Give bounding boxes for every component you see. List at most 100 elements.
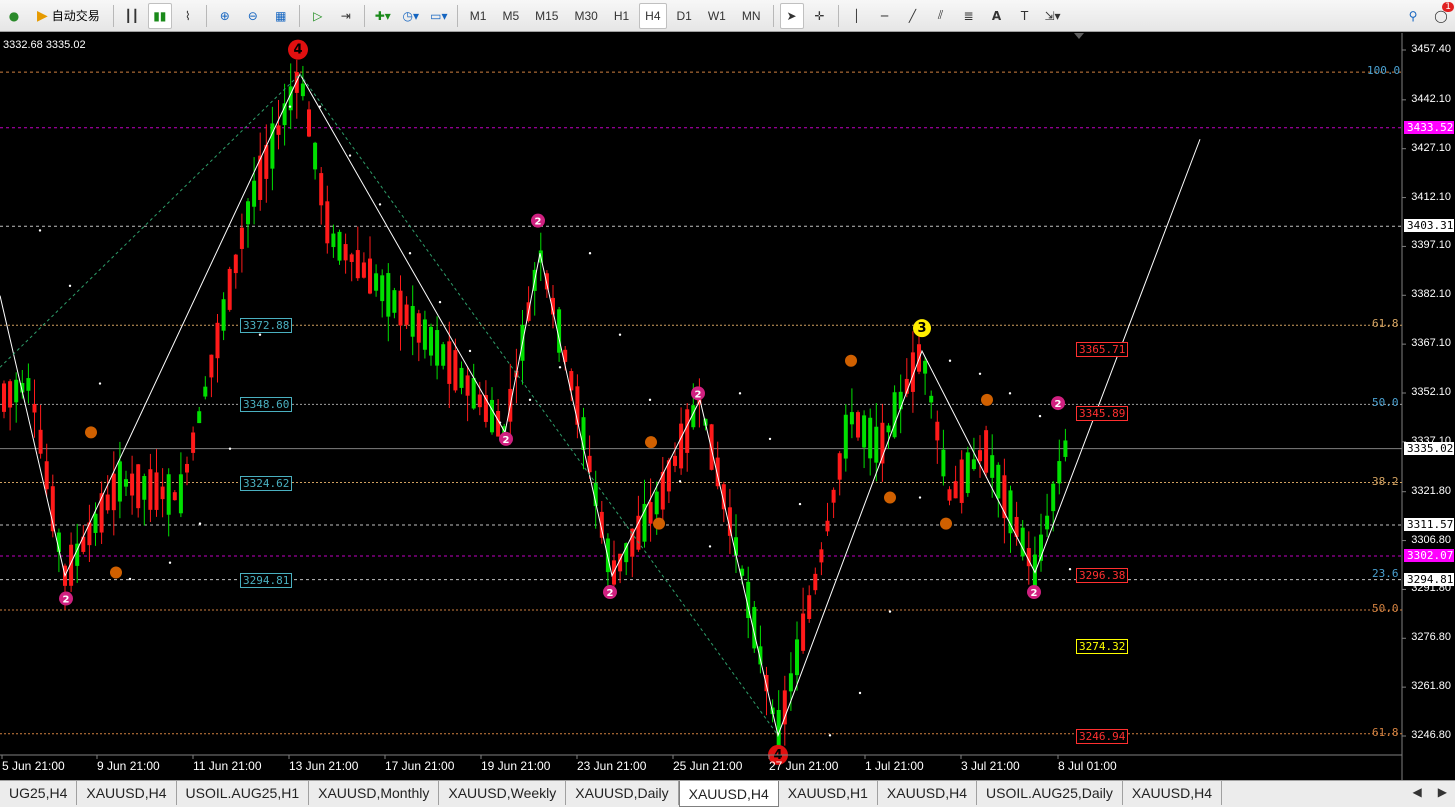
candle-body xyxy=(984,430,989,473)
candle-body xyxy=(14,379,19,403)
auto-trading-button[interactable]: ▶ 自动交易 xyxy=(30,3,107,29)
candle-body xyxy=(349,254,354,262)
cursor-icon[interactable]: ➤ xyxy=(779,2,804,29)
timeframe-m5[interactable]: M5 xyxy=(496,3,525,29)
candle-body xyxy=(38,429,43,454)
time-axis-label: 8 Jul 01:00 xyxy=(1058,759,1117,773)
price-tag: 3433.52 xyxy=(1404,120,1454,134)
horizontal-line-icon[interactable]: ─ xyxy=(873,3,897,29)
chart-tab[interactable]: USOIL.AUG25,Daily xyxy=(977,781,1123,805)
sar-dot xyxy=(798,502,802,506)
chart-tab[interactable]: XAUUSD,Monthly xyxy=(309,781,440,805)
timeframe-mn[interactable]: MN xyxy=(736,3,767,29)
candle-body xyxy=(294,71,299,93)
sar-dot xyxy=(858,691,862,695)
tile-windows-icon[interactable]: ▦ xyxy=(269,3,293,29)
fib-level-label: 61.8 xyxy=(1372,317,1399,331)
fib-level-label: 61.8 xyxy=(1372,725,1399,739)
separator xyxy=(112,4,114,27)
wave-marker-label: 2 xyxy=(535,217,542,228)
price-axis-label: 3442.10 xyxy=(1411,92,1451,105)
candle-body xyxy=(477,394,482,408)
candle-body xyxy=(782,690,787,725)
tab-scroll-right-icon[interactable]: ▶ xyxy=(1430,781,1455,803)
candlestick-chart-icon[interactable]: ▮▮ xyxy=(147,2,172,29)
candle-body xyxy=(337,231,342,261)
bar-chart-icon[interactable]: ┃┃ xyxy=(120,3,144,29)
timeframe-m1[interactable]: M1 xyxy=(464,3,493,29)
price-axis-label: 3382.10 xyxy=(1411,288,1451,301)
search-icon[interactable]: ⚲ xyxy=(1401,3,1425,29)
candle-body xyxy=(32,404,37,413)
minor-wave-marker xyxy=(653,517,665,530)
candle-body xyxy=(825,520,830,532)
equidistant-channel-icon[interactable]: ⫽ xyxy=(929,3,953,29)
time-axis-label: 3 Jul 21:00 xyxy=(961,759,1020,773)
candle-body xyxy=(892,392,897,438)
sar-dot xyxy=(1038,414,1042,418)
notifications-icon[interactable]: ◯ 1 xyxy=(1429,1,1454,29)
timeframe-d1[interactable]: D1 xyxy=(671,3,698,29)
crosshair-icon[interactable]: ✛ xyxy=(808,3,832,29)
periods-clock-icon[interactable]: ◷▾ xyxy=(399,3,423,29)
chart-tab[interactable]: XAUUSD,H4 xyxy=(678,781,779,807)
candle-body xyxy=(874,426,879,463)
chart-tab[interactable]: UG25,H4 xyxy=(0,781,78,805)
candle-body xyxy=(971,459,976,470)
chart-tab[interactable]: XAUUSD,H4 xyxy=(878,781,978,805)
trendline-icon[interactable]: ╱ xyxy=(901,3,925,29)
price-axis-label: 3412.10 xyxy=(1411,190,1451,203)
sar-dot xyxy=(558,366,562,369)
chart-shift-icon[interactable]: ⇥ xyxy=(334,3,358,29)
chart-tab[interactable]: XAUUSD,Daily xyxy=(566,781,679,805)
sar-dot xyxy=(738,392,742,395)
candle-body xyxy=(124,479,128,487)
chart-tab[interactable]: USOIL.AUG25,H1 xyxy=(177,781,310,805)
sar-dot xyxy=(768,437,772,441)
timeframe-m30[interactable]: M30 xyxy=(568,3,603,29)
minor-wave-marker xyxy=(110,566,122,579)
chart-canvas[interactable]: 4222223224 xyxy=(0,33,1455,780)
timeframe-h4[interactable]: H4 xyxy=(639,2,667,29)
zoom-in-icon[interactable]: ⊕ xyxy=(213,3,237,29)
timeframe-m15[interactable]: M15 xyxy=(529,3,564,29)
sar-dot xyxy=(918,496,922,499)
timeframe-h1[interactable]: H1 xyxy=(608,3,635,29)
templates-icon[interactable]: ▭▾ xyxy=(427,3,451,29)
candle-body xyxy=(209,354,214,378)
wave-marker-label: 4 xyxy=(293,43,302,58)
candle-body xyxy=(252,180,257,207)
fibonacci-icon[interactable]: ≣ xyxy=(957,3,981,29)
chart-tab[interactable]: XAUUSD,H4 xyxy=(1123,781,1223,805)
tab-scroll-left-icon[interactable]: ◀ xyxy=(1405,781,1430,803)
minor-wave-marker xyxy=(645,436,657,449)
text-icon[interactable]: A xyxy=(985,3,1009,29)
indicators-icon[interactable]: ✚▾ xyxy=(371,3,395,29)
sar-dot xyxy=(258,333,262,336)
candle-body xyxy=(862,415,867,448)
zoom-out-icon[interactable]: ⊖ xyxy=(241,3,265,29)
chart-tab[interactable]: XAUUSD,H4 xyxy=(77,781,177,805)
candle-body xyxy=(319,173,324,206)
sar-dot xyxy=(168,561,172,564)
separator xyxy=(837,4,839,27)
chart-tab[interactable]: XAUUSD,H1 xyxy=(779,781,878,805)
candle-body xyxy=(447,341,452,384)
wave-marker-label: 2 xyxy=(1055,399,1062,410)
sar-dot xyxy=(438,300,442,304)
sar-dot xyxy=(708,545,712,548)
line-chart-icon[interactable]: ⌇ xyxy=(176,3,200,29)
candle-body xyxy=(764,674,769,692)
sar-dot xyxy=(98,382,102,385)
price-chart[interactable]: 4222223224 3332.68 3335.02 3457.40 3442.1… xyxy=(0,33,1455,780)
arrows-icon[interactable]: ⇲▾ xyxy=(1041,3,1065,29)
text-label-icon[interactable]: T xyxy=(1013,3,1037,29)
auto-scroll-icon[interactable]: ▷ xyxy=(306,3,330,29)
vertical-line-icon[interactable]: │ xyxy=(845,3,869,29)
timeframe-w1[interactable]: W1 xyxy=(702,3,732,29)
target-price-label: 3274.32 xyxy=(1076,639,1129,655)
candle-body xyxy=(361,262,366,278)
candle-body xyxy=(929,395,934,403)
price-axis-label: 3261.80 xyxy=(1411,680,1451,693)
chart-tab[interactable]: XAUUSD,Weekly xyxy=(439,781,567,805)
